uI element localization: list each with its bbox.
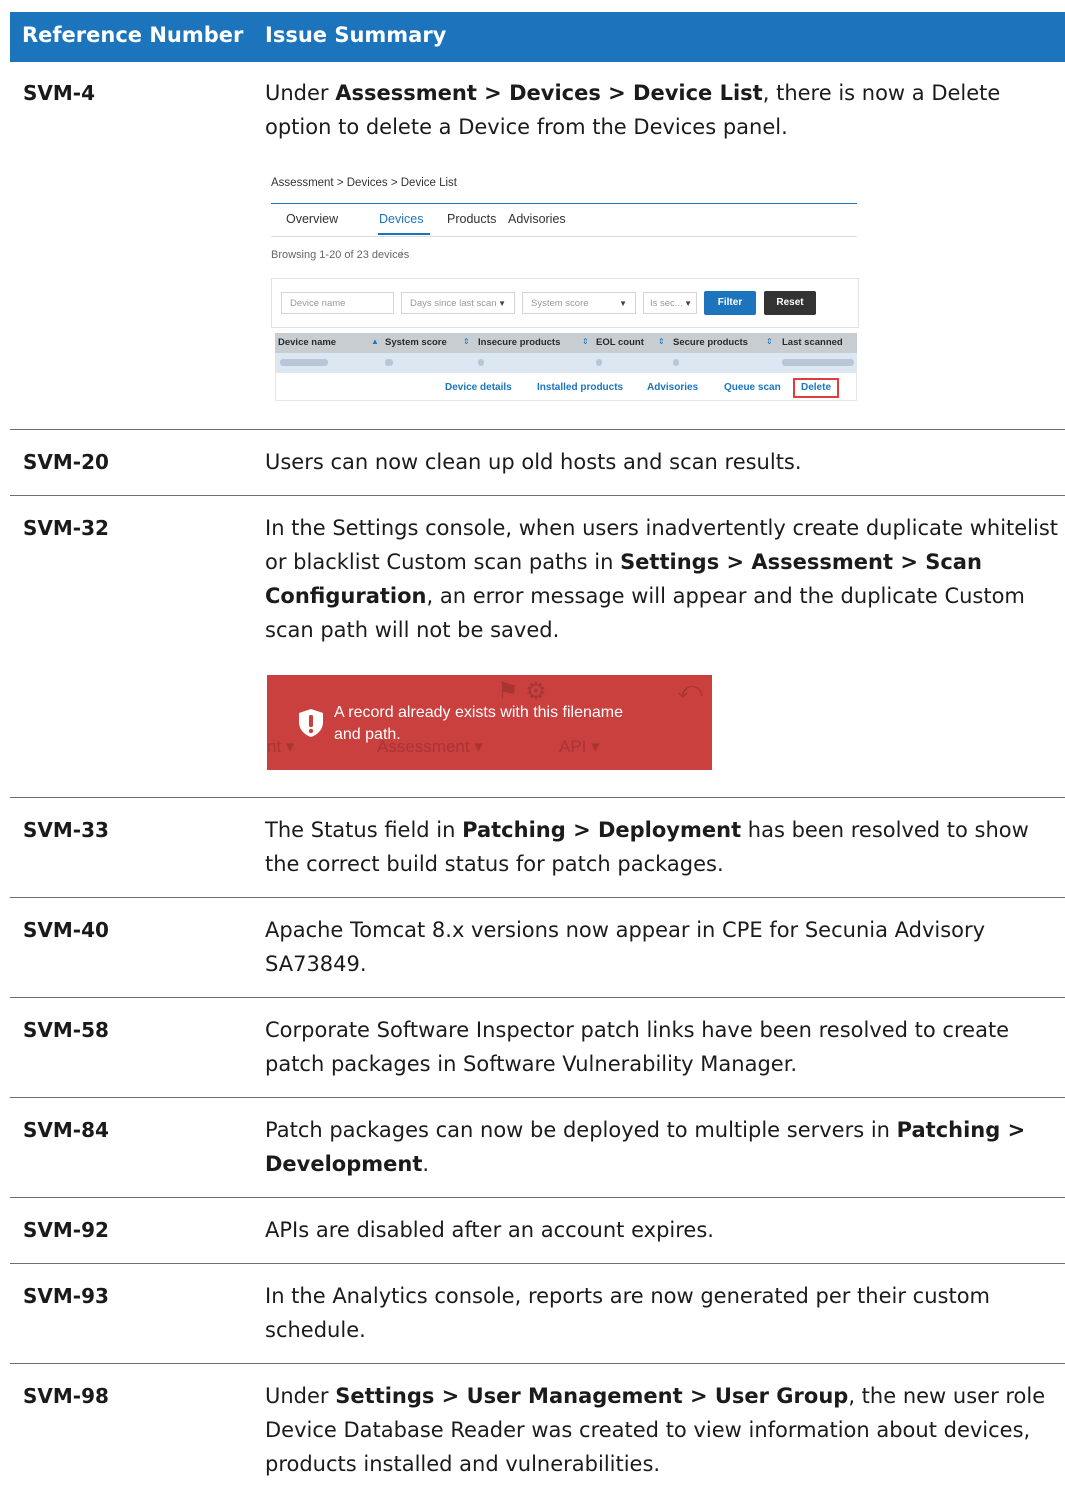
breadcrumb-divider — [271, 203, 857, 204]
menu-path: Patching > Deployment — [462, 818, 742, 842]
info-icon[interactable]: i — [400, 247, 403, 261]
queue-scan-link[interactable]: Queue scan — [724, 382, 781, 393]
column-last-scanned[interactable]: Last scanned — [782, 337, 843, 348]
table-header: Reference Number Issue Summary — [10, 12, 1065, 62]
row-divider — [10, 1263, 1065, 1264]
tab-products[interactable]: Products — [447, 212, 496, 226]
table-row[interactable] — [275, 353, 857, 373]
summary-text: . — [422, 1152, 430, 1176]
device-list-screenshot: Assessment > Devices > Device List Overv… — [271, 175, 861, 405]
redacted-cell — [596, 359, 602, 366]
error-message: A record already exists with this filena… — [334, 704, 624, 743]
summary-text: Patch packages can now be deployed to mu… — [265, 1118, 897, 1142]
is-secure-select[interactable]: Is sec... ▼ — [643, 292, 697, 314]
delete-link[interactable]: Delete — [801, 382, 831, 393]
sort-asc-icon[interactable]: ▲ — [371, 337, 379, 346]
row-divider — [10, 1363, 1065, 1364]
redacted-cell — [280, 359, 328, 366]
summary-text: Apache Tomcat 8.x versions now appear in… — [265, 918, 986, 976]
menu-path: Settings > User Management > User Group — [335, 1384, 849, 1408]
column-device-name[interactable]: Device name — [278, 337, 336, 348]
row-divider — [10, 1097, 1065, 1098]
browsing-count: Browsing 1-20 of 23 devices — [271, 249, 410, 261]
issue-summary: Under Settings > User Management > User … — [265, 1379, 1065, 1481]
summary-text: Corporate Software Inspector patch links… — [265, 1018, 1010, 1076]
reset-button[interactable]: Reset — [764, 291, 816, 315]
reference-number: SVM-40 — [23, 918, 109, 942]
issue-summary: In the Analytics console, reports are no… — [265, 1279, 1065, 1347]
redacted-cell — [782, 359, 854, 366]
column-secure-products[interactable]: Secure products — [673, 337, 748, 348]
issue-summary: Apache Tomcat 8.x versions now appear in… — [265, 913, 1065, 981]
advisories-link[interactable]: Advisories — [647, 382, 698, 393]
redacted-cell — [478, 359, 484, 366]
tab-devices[interactable]: Devices — [379, 212, 423, 226]
summary-text: In the Analytics console, reports are no… — [265, 1284, 990, 1342]
chevron-down-icon: ▼ — [498, 299, 506, 308]
days-since-last-scan-select[interactable]: Days since last scan ▼ — [401, 292, 515, 314]
device-name-input[interactable]: Device name — [281, 292, 394, 314]
reference-number: SVM-20 — [23, 450, 109, 474]
device-details-link[interactable]: Device details — [445, 382, 512, 393]
error-message-screenshot: nt ▾ Assessment ▾ API ▾ ⚑ ⚙ ⤺ A record a… — [267, 675, 712, 770]
issue-summary: APIs are disabled after an account expir… — [265, 1213, 1065, 1247]
tab-overview[interactable]: Overview — [286, 212, 338, 226]
background-artifact: ⤺ — [677, 677, 703, 704]
column-system-score[interactable]: System score — [385, 337, 447, 348]
sort-icon[interactable]: ⇕ — [658, 337, 665, 346]
reference-number: SVM-93 — [23, 1284, 109, 1308]
sort-icon[interactable]: ⇕ — [582, 337, 589, 346]
reference-number: SVM-4 — [23, 81, 96, 105]
issue-summary: The Status field in Patching > Deploymen… — [265, 813, 1065, 881]
issue-summary: Under Assessment > Devices > Device List… — [265, 76, 1065, 144]
reference-number: SVM-92 — [23, 1218, 109, 1242]
reference-number: SVM-32 — [23, 516, 109, 540]
sort-icon[interactable]: ⇕ — [463, 337, 470, 346]
reference-number: SVM-33 — [23, 818, 109, 842]
issue-summary: Corporate Software Inspector patch links… — [265, 1013, 1065, 1081]
reference-number: SVM-84 — [23, 1118, 109, 1142]
installed-products-link[interactable]: Installed products — [537, 382, 623, 393]
is-secure-label: Is sec... — [650, 298, 683, 309]
issue-summary: In the Settings console, when users inad… — [265, 511, 1065, 647]
summary-text: The Status field in — [265, 818, 463, 842]
column-header-reference: Reference Number — [22, 23, 244, 47]
row-divider — [10, 797, 1065, 798]
row-divider — [10, 495, 1065, 496]
row-divider — [10, 1197, 1065, 1198]
row-divider — [10, 897, 1065, 898]
row-divider — [10, 429, 1065, 430]
tab-advisories[interactable]: Advisories — [508, 212, 566, 226]
sort-icon[interactable]: ⇕ — [766, 337, 773, 346]
summary-text: Under — [265, 81, 336, 105]
shield-alert-icon — [299, 709, 323, 737]
column-eol-count[interactable]: EOL count — [596, 337, 644, 348]
system-score-select[interactable]: System score ▼ — [522, 292, 636, 314]
tabs-divider — [271, 236, 857, 237]
breadcrumb: Assessment > Devices > Device List — [271, 177, 457, 189]
column-insecure-products[interactable]: Insecure products — [478, 337, 560, 348]
active-tab-indicator — [378, 233, 430, 235]
summary-text: Users can now clean up old hosts and sca… — [265, 450, 802, 474]
summary-text: APIs are disabled after an account expir… — [265, 1218, 714, 1242]
column-header-summary: Issue Summary — [265, 23, 447, 47]
redacted-cell — [673, 359, 679, 366]
chevron-down-icon: ▼ — [619, 299, 627, 308]
days-since-last-scan-label: Days since last scan — [410, 298, 497, 309]
background-artifact: nt ▾ — [267, 737, 295, 756]
summary-text: Under — [265, 1384, 336, 1408]
system-score-label: System score — [531, 298, 589, 309]
issue-summary: Users can now clean up old hosts and sca… — [265, 445, 1065, 479]
issue-summary: Patch packages can now be deployed to mu… — [265, 1113, 1065, 1181]
filter-button[interactable]: Filter — [704, 291, 756, 315]
reference-number: SVM-58 — [23, 1018, 109, 1042]
redacted-cell — [385, 359, 393, 366]
menu-path: Assessment > Devices > Device List — [335, 81, 763, 105]
reference-number: SVM-98 — [23, 1384, 109, 1408]
chevron-down-icon: ▼ — [684, 299, 692, 308]
row-divider — [10, 997, 1065, 998]
